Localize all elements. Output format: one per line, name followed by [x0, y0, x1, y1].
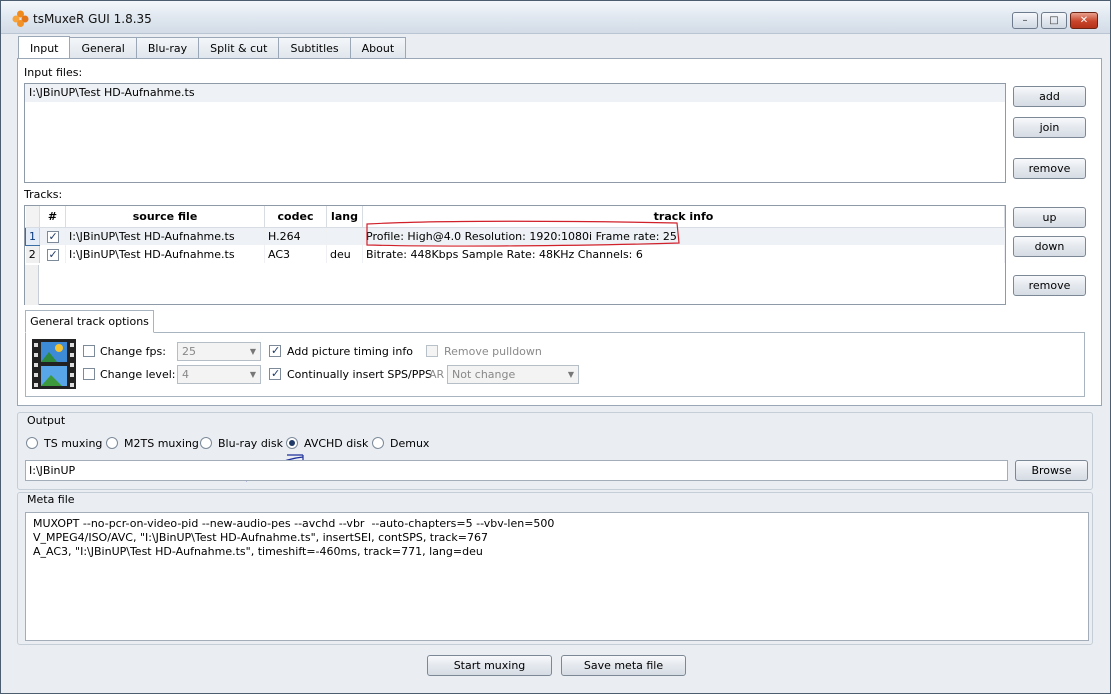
change-fps-label: Change fps: — [100, 345, 166, 358]
window-title: tsMuxeR GUI 1.8.35 — [33, 12, 152, 26]
col-header-codec[interactable]: codec — [264, 206, 327, 228]
picture-timing-checkbox[interactable] — [269, 344, 281, 357]
track-enabled-checkbox[interactable] — [46, 248, 59, 261]
chevron-down-icon: ▼ — [567, 370, 574, 379]
remove-pulldown-checkbox[interactable] — [426, 345, 438, 357]
track-codec: AC3 — [264, 245, 327, 263]
meta-line: A_AC3, "I:\JBinUP\Test HD-Aufnahme.ts", … — [33, 545, 483, 558]
add-button[interactable]: add — [1013, 86, 1086, 107]
track-source-file: I:\JBinUP\Test HD-Aufnahme.ts — [65, 245, 265, 263]
output-path-input[interactable]: I:\JBinUP — [25, 460, 1008, 481]
meta-file-textarea[interactable]: MUXOPT --no-pcr-on-video-pid --new-audio… — [25, 512, 1089, 641]
track-lang — [326, 227, 363, 245]
radio-demux[interactable] — [372, 437, 384, 449]
meta-line: V_MPEG4/ISO/AVC, "I:\JBinUP\Test HD-Aufn… — [33, 531, 489, 544]
title-bar[interactable]: tsMuxeR GUI 1.8.35 – □ ✕ — [1, 1, 1110, 34]
browse-button[interactable]: Browse — [1015, 460, 1088, 481]
radio-m2ts-muxing-label[interactable]: M2TS muxing — [124, 437, 199, 450]
radio-ts-muxing[interactable] — [26, 437, 38, 449]
sps-pps-label: Continually insert SPS/PPS — [287, 368, 432, 381]
app-icon — [12, 10, 29, 27]
close-button[interactable]: ✕ — [1070, 12, 1098, 29]
output-label: Output — [26, 414, 67, 427]
radio-demux-label[interactable]: Demux — [390, 437, 429, 450]
input-files-list[interactable]: I:\JBinUP\Test HD-Aufnahme.ts — [24, 83, 1006, 183]
main-window: tsMuxeR GUI 1.8.35 – □ ✕ Input General B… — [0, 0, 1111, 694]
track-codec: H.264 — [264, 227, 327, 245]
save-meta-file-button[interactable]: Save meta file — [561, 655, 686, 676]
general-track-options-box: Change fps: 25 ▼ Change level: 4 ▼ Add p… — [25, 332, 1085, 397]
minimize-button[interactable]: – — [1012, 12, 1038, 29]
radio-m2ts-muxing[interactable] — [106, 437, 118, 449]
tab-about[interactable]: About — [349, 37, 407, 59]
sps-pps-checkbox[interactable] — [269, 367, 281, 380]
tracks-label: Tracks: — [24, 188, 63, 201]
row-number[interactable]: 1 — [25, 226, 40, 246]
tab-general[interactable]: General — [69, 37, 137, 59]
ar-select[interactable]: Not change ▼ — [447, 365, 579, 384]
tab-split-cut[interactable]: Split & cut — [198, 37, 280, 59]
down-button[interactable]: down — [1013, 236, 1086, 257]
up-button[interactable]: up — [1013, 207, 1086, 228]
track-enabled-cell — [39, 227, 66, 245]
fps-value: 25 — [182, 345, 196, 358]
input-files-label: Input files: — [24, 66, 83, 79]
meta-line: MUXOPT --no-pcr-on-video-pid --new-audio… — [33, 517, 555, 530]
radio-blu-ray-disk-label[interactable]: Blu-ray disk — [218, 437, 283, 450]
tab-blu-ray[interactable]: Blu-ray — [135, 37, 200, 59]
level-select[interactable]: 4 ▼ — [177, 365, 261, 384]
row-header-filler — [25, 265, 39, 305]
level-value: 4 — [182, 368, 189, 381]
meta-file-label: Meta file — [26, 493, 76, 506]
annotation-highlight — [366, 220, 680, 247]
track-enabled-cell — [39, 245, 66, 263]
tab-input[interactable]: Input — [18, 36, 71, 59]
fps-select[interactable]: 25 ▼ — [177, 342, 261, 361]
remove-pulldown-label: Remove pulldown — [444, 345, 542, 358]
remove-track-button[interactable]: remove — [1013, 275, 1086, 296]
ar-value: Not change — [452, 368, 516, 381]
ar-label: AR — [429, 368, 445, 381]
main-tabs: Input General Blu-ray Split & cut Subtit… — [18, 36, 407, 59]
track-enabled-checkbox[interactable] — [46, 230, 59, 243]
list-item[interactable]: I:\JBinUP\Test HD-Aufnahme.ts — [25, 84, 1005, 102]
track-lang: deu — [326, 245, 363, 263]
maximize-button[interactable]: □ — [1041, 12, 1067, 29]
radio-avchd-disk[interactable] — [286, 437, 298, 449]
start-muxing-button[interactable]: Start muxing — [427, 655, 552, 676]
radio-blu-ray-disk[interactable] — [200, 437, 212, 449]
general-track-options-tab[interactable]: General track options — [25, 310, 154, 333]
row-number[interactable]: 2 — [25, 245, 40, 263]
tab-subtitles[interactable]: Subtitles — [278, 37, 351, 59]
col-header-lang[interactable]: lang — [326, 206, 363, 228]
meta-file-content: MUXOPT --no-pcr-on-video-pid --new-audio… — [29, 513, 1088, 563]
chevron-down-icon: ▼ — [249, 347, 256, 356]
col-header-num[interactable]: # — [39, 206, 66, 228]
radio-avchd-disk-label[interactable]: AVCHD disk — [304, 437, 368, 450]
remove-file-button[interactable]: remove — [1013, 158, 1086, 179]
change-fps-checkbox[interactable] — [83, 345, 95, 357]
track-source-file: I:\JBinUP\Test HD-Aufnahme.ts — [65, 227, 265, 245]
change-level-checkbox[interactable] — [83, 368, 95, 380]
chevron-down-icon: ▼ — [249, 370, 256, 379]
radio-ts-muxing-label[interactable]: TS muxing — [44, 437, 102, 450]
corner-cell — [25, 206, 40, 228]
col-header-source-file[interactable]: source file — [65, 206, 265, 228]
picture-timing-label: Add picture timing info — [287, 345, 413, 358]
join-button[interactable]: join — [1013, 117, 1086, 138]
film-icon — [32, 339, 76, 389]
change-level-label: Change level: — [100, 368, 176, 381]
